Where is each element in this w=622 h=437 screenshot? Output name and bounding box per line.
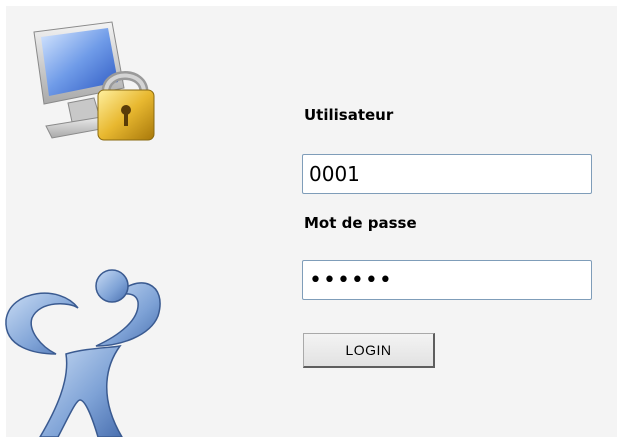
human-figure-logo	[5, 269, 161, 437]
username-label: Utilisateur	[304, 106, 394, 124]
password-label: Mot de passe	[304, 214, 417, 232]
username-input[interactable]	[302, 154, 592, 194]
password-input[interactable]	[302, 260, 592, 300]
computer-lock-icon	[33, 21, 155, 141]
login-button[interactable]: LOGIN	[303, 333, 435, 368]
